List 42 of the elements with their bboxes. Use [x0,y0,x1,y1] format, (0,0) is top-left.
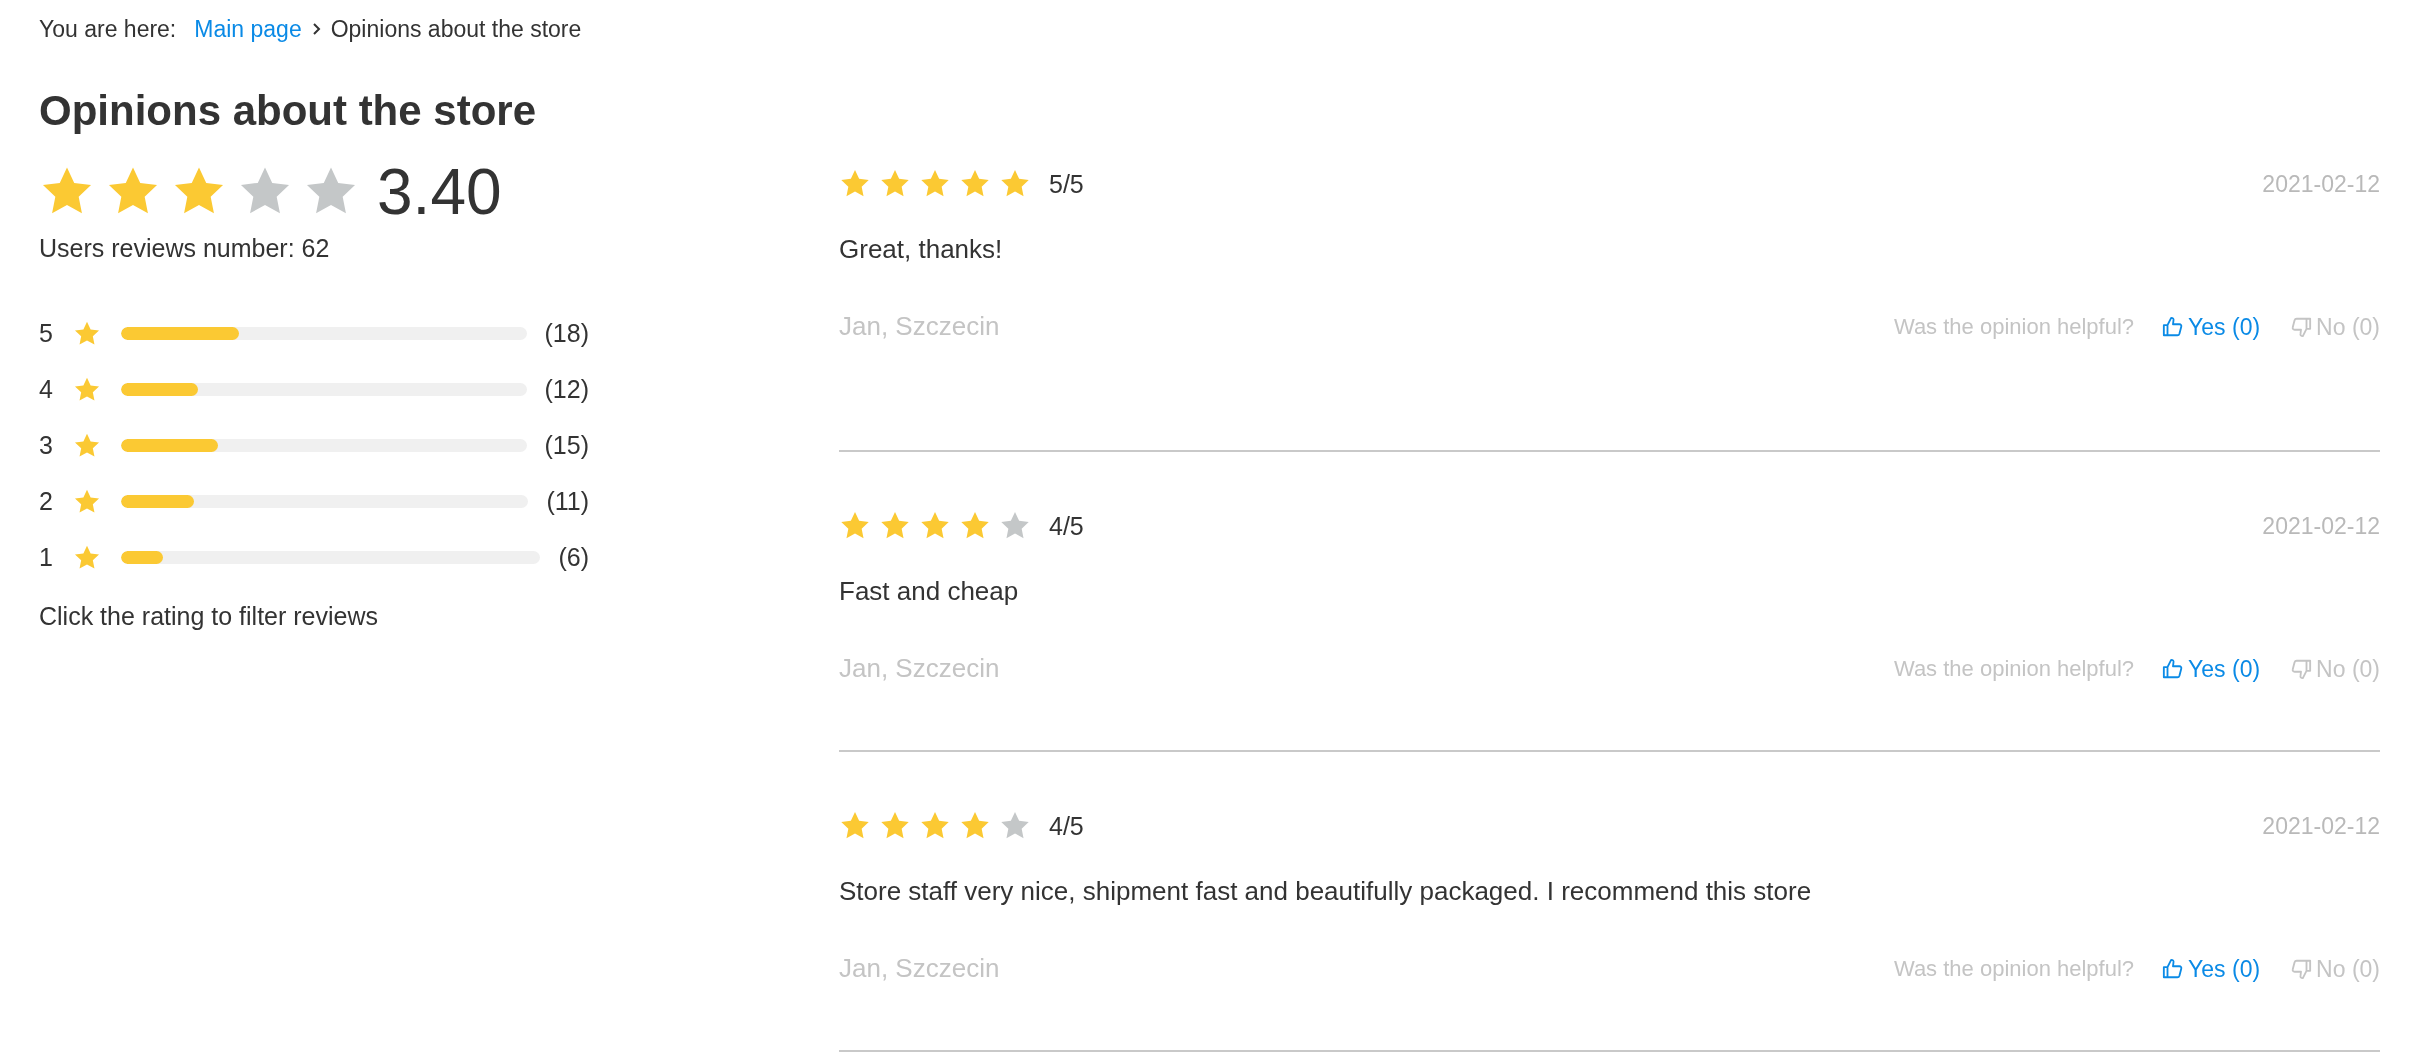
review-rating: 4/5 [1049,810,1084,842]
rating-count: (18) [544,318,589,350]
helpful-question: Was the opinion helpful? [1893,955,2135,984]
rating-count: (11) [546,486,589,518]
helpful-yes-button[interactable]: Yes (0) [2162,651,2261,687]
review-text: Great, thanks! [839,233,1004,267]
rating-number: 4 [39,374,54,406]
review-author: Jan, Szczecin [839,652,1000,686]
review-date: 2021-02-12 [2262,812,2380,842]
breadcrumb-label: You are here: [39,14,177,44]
helpful-yes-button[interactable]: Yes (0) [2162,951,2261,987]
thumbs-up-icon [2162,657,2185,680]
chevron-icon [311,22,321,36]
rating-number: 5 [39,318,54,350]
thumbs-up-icon [2162,957,2185,980]
review-text: Fast and cheap [839,575,1020,609]
filter-hint: Click the rating to filter reviews [39,600,379,632]
page-title: Opinions about the store [39,86,537,136]
rating-count: (6) [558,542,589,574]
review-author: Jan, Szczecin [839,952,1000,986]
thumbs-down-icon [2290,957,2313,980]
rating-count: (12) [544,374,589,406]
thumbs-up-icon [2162,315,2185,338]
rating-number: 2 [39,486,54,518]
average-score: 3.40 [377,160,502,225]
review-date: 2021-02-12 [2262,170,2380,200]
review-rating: 4/5 [1049,510,1084,542]
helpful-question: Was the opinion helpful? [1893,313,2135,342]
breadcrumb-link[interactable]: Main page [194,11,302,47]
rating-number: 1 [39,542,54,574]
breadcrumb-current: Opinions about the store [330,14,582,44]
thumbs-down-icon [2290,657,2313,680]
rating-count: (15) [544,430,589,462]
helpful-question: Was the opinion helpful? [1893,655,2135,684]
review-text: Store staff very nice, shipment fast and beautifully packaged. I recommend this store [839,875,1813,909]
rating-number: 3 [39,430,54,462]
review-rating: 5/5 [1049,168,1084,200]
review-author: Jan, Szczecin [839,310,1000,344]
helpful-yes-button[interactable]: Yes (0) [2162,309,2261,345]
review-date: 2021-02-12 [2262,512,2380,542]
reviews-count: Users reviews number: 62 [39,233,331,265]
thumbs-down-icon [2290,315,2313,338]
